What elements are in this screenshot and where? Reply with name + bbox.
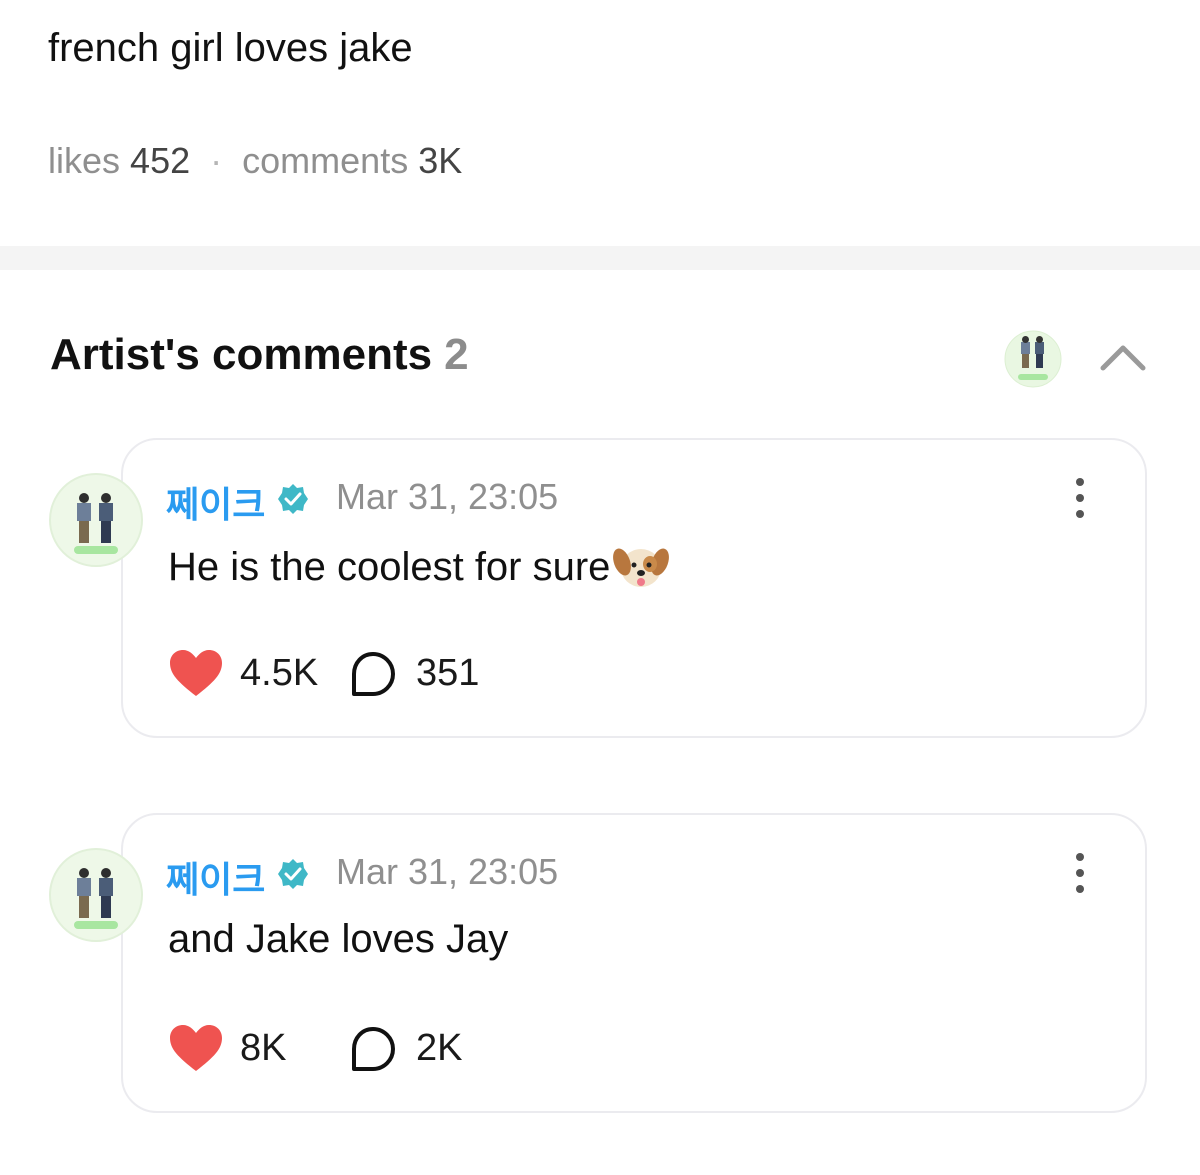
- post-stats: likes 452 · comments 3K: [48, 140, 462, 182]
- artist-comments-title: Artist's comments 2: [50, 330, 469, 380]
- comment-body: and Jake loves Jay: [168, 917, 508, 962]
- verified-badge-icon: [278, 859, 308, 889]
- reply-count: 351: [416, 652, 480, 694]
- reply-bubble-icon[interactable]: [348, 650, 398, 700]
- avatar-icon[interactable]: [1004, 330, 1062, 388]
- reply-bubble-icon[interactable]: [348, 1025, 398, 1075]
- comments-label[interactable]: comments: [242, 140, 408, 181]
- comment-author[interactable]: 쩨이크: [166, 851, 265, 903]
- comment-author[interactable]: 쩨이크: [166, 476, 265, 528]
- dog-face-emoji: [613, 548, 670, 587]
- artist-comments-label: Artist's comments: [50, 330, 433, 379]
- heart-icon[interactable]: [168, 648, 224, 698]
- comment-text: and Jake loves Jay: [168, 917, 509, 961]
- artist-comment: 쩨이크 Mar 31, 23:05 He is the coolest for …: [0, 438, 1200, 743]
- post-text: french girl loves jake: [48, 26, 413, 70]
- comment-timestamp: Mar 31, 23:05: [336, 476, 559, 517]
- section-divider: [0, 246, 1200, 270]
- comment-text: He is the coolest for sure: [168, 545, 611, 589]
- avatar-icon[interactable]: [48, 847, 144, 943]
- comment-body: He is the coolest for sure: [168, 542, 670, 590]
- artist-comments-count: 2: [444, 330, 469, 379]
- likes-label: likes: [48, 140, 121, 181]
- artist-comment: 쩨이크 Mar 31, 23:05 and Jake loves Jay 8K …: [0, 813, 1200, 1118]
- like-count: 4.5K: [240, 652, 319, 694]
- more-options-icon[interactable]: [1062, 851, 1098, 895]
- comments-count[interactable]: 3K: [418, 140, 462, 181]
- comment-timestamp: Mar 31, 23:05: [336, 851, 559, 892]
- avatar-icon[interactable]: [48, 472, 144, 568]
- heart-icon[interactable]: [168, 1023, 224, 1073]
- more-options-icon[interactable]: [1062, 476, 1098, 520]
- reply-count: 2K: [416, 1027, 463, 1069]
- stats-separator: ·: [210, 140, 223, 181]
- likes-count: 452: [130, 140, 191, 181]
- like-count: 8K: [240, 1027, 287, 1069]
- chevron-up-icon[interactable]: [1098, 336, 1148, 376]
- verified-badge-icon: [278, 484, 308, 514]
